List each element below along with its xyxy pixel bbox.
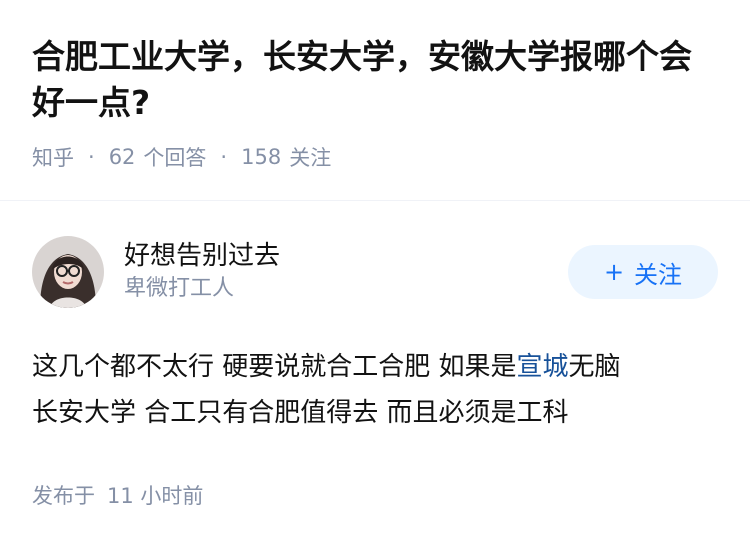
publish-prefix: 发布于 [32, 484, 95, 508]
followers-label: 关注 [289, 146, 332, 170]
followers-count: 158 [241, 145, 282, 169]
source-label[interactable]: 知乎 [32, 142, 74, 172]
question-header: 合肥工业大学，长安大学，安徽大学报哪个会好一点? 知乎 · 62 个回答 · 1… [0, 0, 750, 170]
avatar-image [32, 236, 104, 308]
author-row: 好想告别过去 卑微打工人 + 关注 [32, 236, 718, 308]
answer-content: 这几个都不太行 硬要说就合工合肥 如果是宣城无脑 长安大学 合工只有合肥值得去 … [32, 344, 718, 436]
content-text: 无脑 [568, 352, 621, 382]
plus-icon: + [603, 258, 625, 286]
content-link[interactable]: 宣城 [517, 352, 569, 382]
content-text: 这几个都不太行 硬要说就合工合肥 如果是 [32, 352, 517, 382]
content-line: 这几个都不太行 硬要说就合工合肥 如果是宣城无脑 [32, 344, 718, 390]
question-meta: 知乎 · 62 个回答 · 158 关注 [32, 142, 718, 172]
publish-time-value: 11 小时前 [107, 484, 204, 508]
separator-dot: · [220, 145, 228, 169]
publish-time: 发布于 11 小时前 [32, 480, 718, 510]
author-headline: 卑微打工人 [124, 276, 235, 301]
author-info: 好想告别过去 卑微打工人 [124, 239, 568, 305]
author-name[interactable]: 好想告别过去 [124, 239, 568, 273]
separator-dot: · [88, 145, 95, 169]
avatar[interactable] [32, 236, 104, 308]
answer-card: 好想告别过去 卑微打工人 + 关注 这几个都不太行 硬要说就合工合肥 如果是宣城… [0, 236, 750, 510]
section-divider [0, 200, 750, 201]
follow-label: 关注 [634, 260, 683, 289]
content-line: 长安大学 合工只有合肥值得去 而且必须是工科 [32, 398, 569, 428]
answers-count: 62 [108, 145, 136, 169]
question-title[interactable]: 合肥工业大学，长安大学，安徽大学报哪个会好一点? [32, 34, 718, 126]
answers-label[interactable]: 个回答 [143, 142, 206, 172]
follow-button[interactable]: + 关注 [568, 245, 718, 299]
